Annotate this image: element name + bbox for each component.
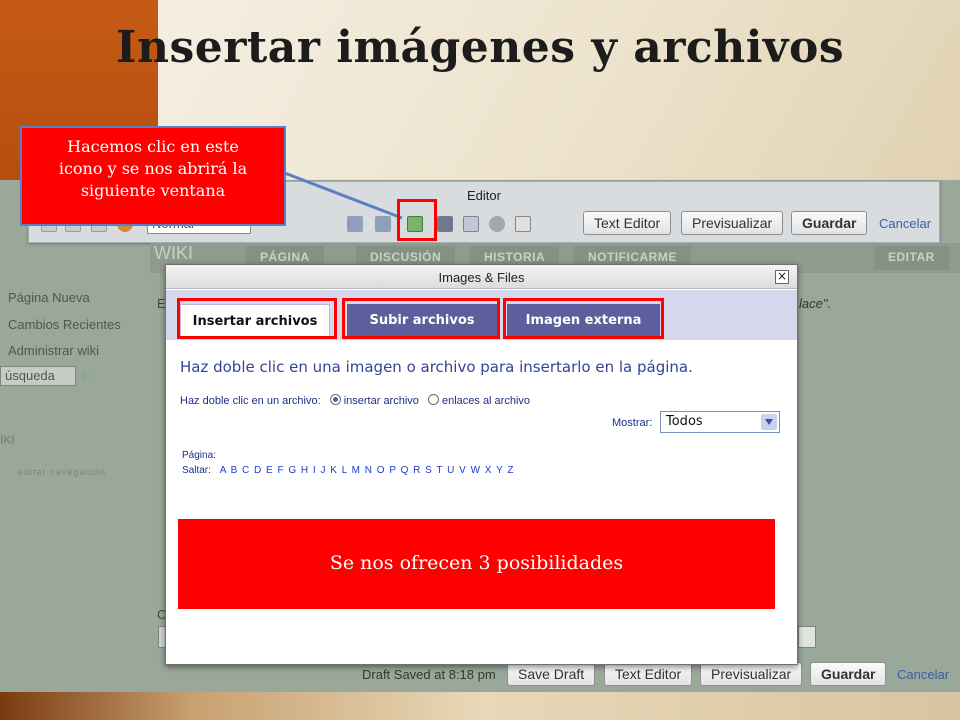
jump-letters-links[interactable]: A B C D E F G H I J K L M N O P Q R S T …: [220, 465, 515, 476]
code-icon[interactable]: [515, 216, 531, 232]
jump-label: Saltar:: [182, 465, 211, 476]
radio-insert-file[interactable]: [329, 394, 341, 405]
wiki-logo: WIKI: [154, 243, 193, 263]
chevron-down-icon[interactable]: [761, 414, 777, 430]
show-filter-select[interactable]: Todos: [660, 411, 780, 433]
sidebar-item-recent-changes[interactable]: Cambios Recientes: [8, 317, 121, 332]
save-draft-button[interactable]: Save Draft: [507, 662, 596, 686]
radio-link-file[interactable]: [427, 394, 439, 405]
edit-navigation-link[interactable]: editar navegación: [18, 467, 106, 477]
callout-box: Hacemos clic en este icono y se nos abri…: [20, 126, 286, 226]
sidebar-item-new-page[interactable]: Página Nueva: [8, 290, 90, 305]
highlight-tab-upload: [342, 298, 500, 339]
slide-title: Insertar imágenes y archivos: [115, 22, 845, 73]
table-icon[interactable]: [463, 216, 479, 232]
callout-line-1: Hacemos clic en este: [67, 137, 239, 156]
radio-prompt: Haz doble clic en un archivo:: [180, 395, 321, 407]
dialog-titlebar[interactable]: Images & Files ×: [166, 265, 797, 289]
highlight-tab-external: [503, 298, 664, 339]
comment-field-right[interactable]: [798, 626, 816, 648]
preview-button[interactable]: Previsualizar: [681, 211, 784, 235]
highlight-image-icon: [397, 199, 437, 241]
search-go-icon[interactable]: [82, 369, 94, 383]
bottom-text-editor-button[interactable]: Text Editor: [604, 662, 693, 686]
sidebar-item-manage-wiki[interactable]: Administrar wiki: [8, 343, 99, 358]
widget-icon[interactable]: [489, 216, 505, 232]
close-icon[interactable]: ×: [775, 270, 789, 284]
save-button[interactable]: Guardar: [791, 211, 868, 235]
instruction-text: Haz doble clic en una imagen o archivo p…: [180, 358, 693, 376]
draft-status: Draft Saved at 8:18 pm: [362, 667, 496, 682]
bottom-save-button[interactable]: Guardar: [810, 662, 887, 686]
bottom-preview-button[interactable]: Previsualizar: [700, 662, 803, 686]
highlight-tab-insert: [177, 298, 337, 339]
slide-bottom-band: [0, 690, 960, 720]
show-filter-value: Todos: [666, 414, 703, 429]
sidebar-section-label: IKI: [0, 433, 15, 447]
callout-line-2: icono y se nos abrirá la: [58, 159, 248, 178]
bottom-cancel-link[interactable]: Cancelar: [897, 667, 949, 682]
insert-mode-radio-group: Haz doble clic en un archivo: insertar a…: [180, 394, 780, 407]
cancel-link[interactable]: Cancelar: [879, 216, 931, 231]
jump-row: Saltar: A B C D E F G H I J K L M N O P …: [182, 465, 514, 476]
radio-link-file-label[interactable]: enlaces al archivo: [442, 395, 530, 407]
radio-insert-file-label[interactable]: insertar archivo: [344, 395, 419, 407]
callout-line-3: siguiente ventana: [80, 181, 226, 200]
text-editor-button[interactable]: Text Editor: [583, 211, 672, 235]
dialog-title: Images & Files: [438, 270, 525, 285]
page-text-fragment-right: lace".: [799, 296, 832, 311]
show-filter-label: Mostrar:: [612, 417, 653, 429]
page-label: Página:: [182, 450, 216, 461]
search-input[interactable]: úsqueda: [0, 366, 76, 386]
possibilities-banner: Se nos ofrecen 3 posibilidades: [178, 519, 775, 609]
media-icon[interactable]: [437, 216, 453, 232]
tab-editar[interactable]: EDITAR: [874, 246, 949, 270]
